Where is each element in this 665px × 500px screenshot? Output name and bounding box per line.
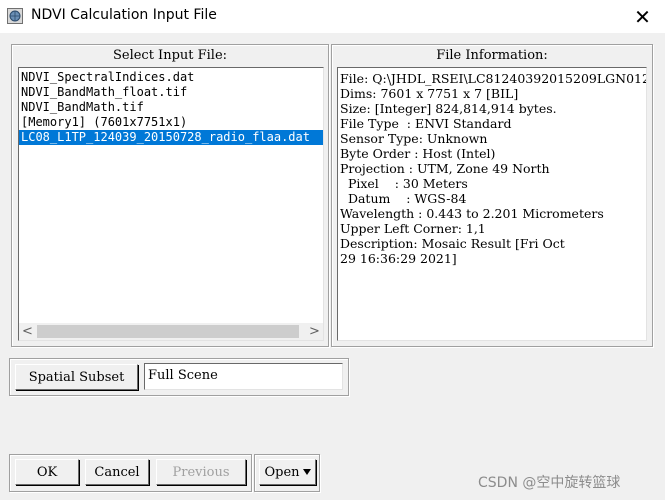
file-list-item[interactable]: NDVI_BandMath_float.tif xyxy=(19,85,323,100)
select-input-label: Select Input File: xyxy=(112,48,228,63)
ok-button[interactable]: OK xyxy=(15,459,79,485)
file-info-line: Dims: 7601 x 7751 x 7 [BIL] xyxy=(340,86,519,101)
file-info-line: File Type : ENVI Standard xyxy=(340,116,512,131)
file-list-item[interactable]: LC08_L1TP_124039_20150728_radio_flaa.dat xyxy=(19,130,323,145)
file-info-line: 29 16:36:29 2021] xyxy=(340,251,457,266)
file-info-line: Description: Mosaic Result [Fri Oct xyxy=(340,236,565,251)
chevron-down-icon xyxy=(302,469,311,475)
file-info-line: Size: [Integer] 824,814,914 bytes. xyxy=(340,101,557,116)
file-information-label: File Information: xyxy=(436,48,548,63)
scrollbar-thumb[interactable] xyxy=(37,325,299,338)
title-bar[interactable]: NDVI Calculation Input File ✕ xyxy=(0,0,665,33)
file-info-line: Sensor Type: Unknown xyxy=(340,131,488,146)
scroll-left-icon[interactable]: < xyxy=(19,323,36,340)
file-list-item[interactable]: [Memory1] (7601x7751x1) xyxy=(19,115,323,130)
file-info-line: Projection : UTM, Zone 49 North xyxy=(340,161,550,176)
watermark: CSDN @空中旋转篮球 xyxy=(478,475,621,491)
window-title: NDVI Calculation Input File xyxy=(31,7,217,23)
file-list-item[interactable]: NDVI_SpectralIndices.dat xyxy=(19,70,323,85)
open-dropdown-button[interactable]: Open xyxy=(259,459,316,485)
app-globe-icon xyxy=(7,8,23,24)
previous-button[interactable]: Previous xyxy=(156,459,246,485)
file-info-line: File: Q:\JHDL_RSEI\LC81240392015209LGN01… xyxy=(340,71,647,86)
close-button[interactable]: ✕ xyxy=(620,0,665,33)
file-info-line: Upper Left Corner: 1,1 xyxy=(340,221,486,236)
file-info-line: Byte Order : Host (Intel) xyxy=(340,146,496,161)
file-info-line: Wavelength : 0.443 to 2.201 Micrometers xyxy=(340,206,604,221)
open-label: Open xyxy=(264,464,300,480)
spatial-subset-value: Full Scene xyxy=(144,363,343,390)
file-information-panel: File: Q:\JHDL_RSEI\LC81240392015209LGN01… xyxy=(337,67,647,341)
spatial-subset-button[interactable]: Spatial Subset xyxy=(15,364,138,390)
close-icon: ✕ xyxy=(634,4,651,29)
file-list-item[interactable]: NDVI_BandMath.tif xyxy=(19,100,323,115)
horizontal-scrollbar[interactable]: < > xyxy=(19,323,323,340)
file-info-line: Pixel : 30 Meters xyxy=(340,176,468,191)
input-file-list[interactable]: NDVI_SpectralIndices.dat NDVI_BandMath_fl… xyxy=(18,67,324,341)
cancel-button[interactable]: Cancel xyxy=(85,459,149,485)
file-info-line: Datum : WGS-84 xyxy=(340,191,467,206)
scroll-right-icon[interactable]: > xyxy=(306,323,323,340)
